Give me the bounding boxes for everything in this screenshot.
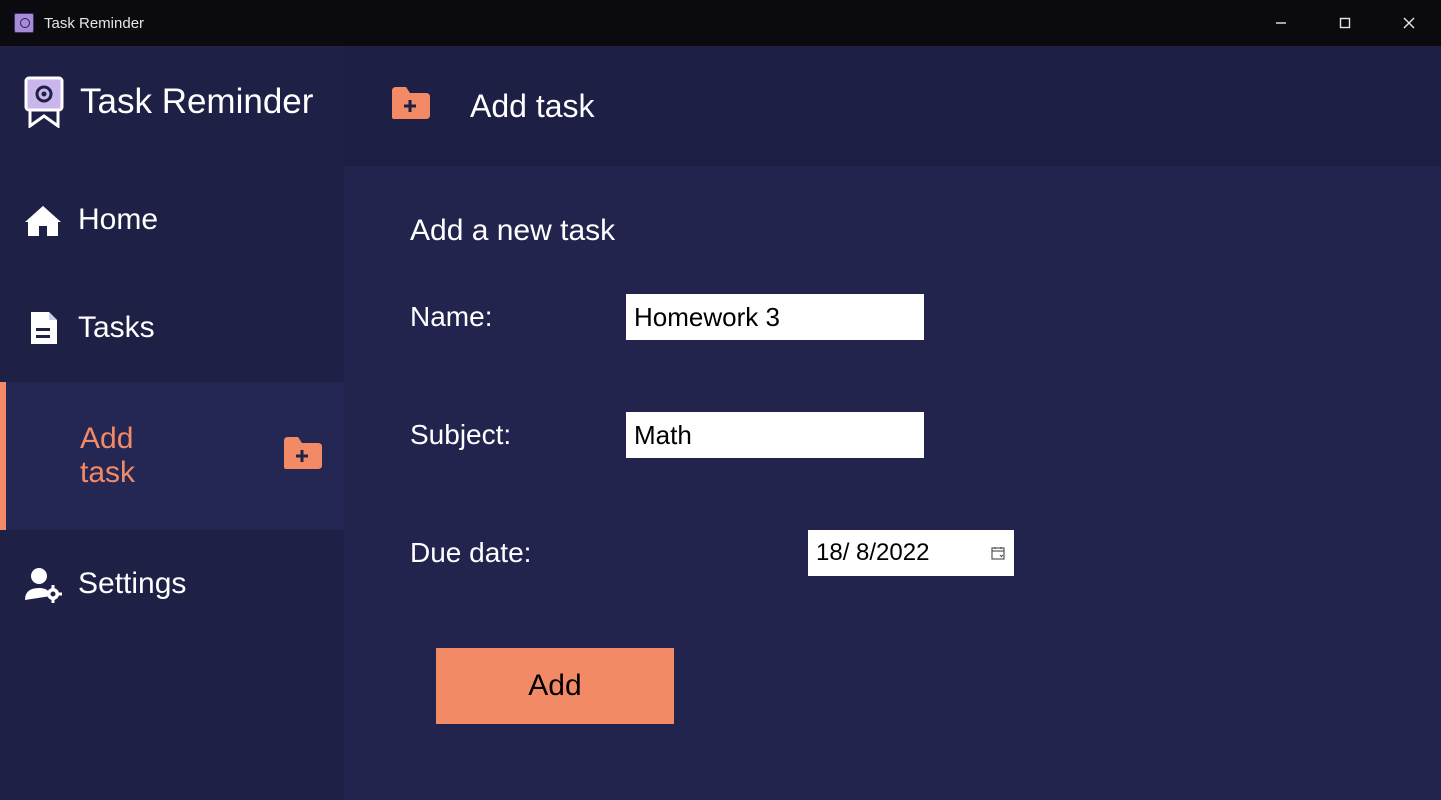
row-name: Name:: [410, 294, 1375, 340]
sidebar-item-home[interactable]: Home: [0, 166, 344, 274]
sidebar-item-label: Add task: [80, 422, 190, 490]
row-due-date: Due date: 18/ 8/2022: [410, 530, 1375, 576]
home-icon: [22, 200, 64, 240]
due-date-input[interactable]: 18/ 8/2022: [808, 530, 1014, 576]
document-icon: [22, 308, 64, 348]
window-title: Task Reminder: [44, 15, 144, 32]
add-button[interactable]: Add: [436, 648, 674, 724]
app-icon: [14, 13, 34, 33]
label-subject: Subject:: [410, 419, 626, 451]
add-task-form: Add a new task Name: Subject: Due date: …: [344, 166, 1441, 800]
form-heading: Add a new task: [410, 214, 1375, 248]
sidebar-item-settings[interactable]: Settings: [0, 530, 344, 638]
due-date-value: 18/ 8/2022: [816, 539, 929, 567]
brand: Task Reminder: [0, 76, 344, 166]
sidebar-item-label: Tasks: [78, 311, 155, 345]
folder-plus-icon: [390, 85, 430, 127]
folder-plus-icon: [282, 435, 322, 477]
subject-input[interactable]: [626, 412, 924, 458]
maximize-button[interactable]: [1313, 0, 1377, 46]
minimize-button[interactable]: [1249, 0, 1313, 46]
window-titlebar: Task Reminder: [0, 0, 1441, 46]
brand-title: Task Reminder: [80, 82, 313, 122]
content-header: Add task: [344, 46, 1441, 166]
user-gear-icon: [22, 564, 64, 604]
content: Add task Add a new task Name: Subject: D…: [344, 46, 1441, 800]
sidebar: Task Reminder Home Tasks Add task: [0, 46, 344, 800]
sidebar-item-label: Home: [78, 203, 158, 237]
calendar-dropdown-icon[interactable]: [990, 545, 1006, 561]
close-button[interactable]: [1377, 0, 1441, 46]
label-due-date: Due date:: [410, 537, 808, 569]
sidebar-item-tasks[interactable]: Tasks: [0, 274, 344, 382]
page-title: Add task: [470, 88, 595, 125]
row-subject: Subject:: [410, 412, 1375, 458]
sidebar-item-add-task[interactable]: Add task: [0, 382, 344, 530]
label-name: Name:: [410, 301, 626, 333]
name-input[interactable]: [626, 294, 924, 340]
brand-logo-icon: [22, 76, 66, 128]
sidebar-item-label: Settings: [78, 567, 186, 601]
